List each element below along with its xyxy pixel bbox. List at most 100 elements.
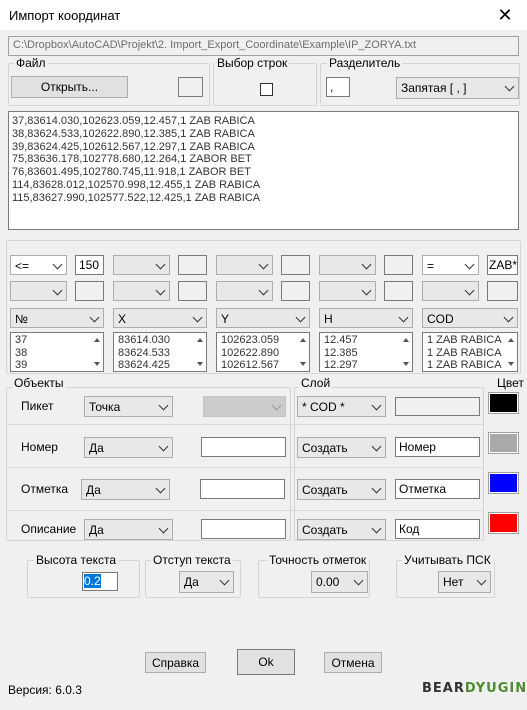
point-layer-name-field[interactable] (395, 397, 480, 416)
filter-op-select[interactable] (422, 281, 479, 301)
chevron-down-icon (464, 285, 475, 296)
column-list-x[interactable]: 83614.030 83624.533 83624.425 (113, 332, 207, 372)
custom-separator-field[interactable]: , (326, 77, 350, 97)
point-color-swatch[interactable] (488, 392, 519, 414)
filter-op-select[interactable] (319, 255, 376, 275)
description-extra-field[interactable] (201, 519, 286, 539)
row-select-checkbox[interactable] (260, 83, 273, 96)
elevation-color-swatch[interactable] (488, 472, 519, 494)
column-list-number[interactable]: 37 38 39 (10, 332, 104, 372)
description-show-select[interactable]: Да (84, 519, 173, 540)
list-item: 1 ZAB RABICA (427, 359, 502, 371)
description-layer-mode-select[interactable]: Создать (297, 519, 386, 540)
scroll-up-icon[interactable] (94, 338, 100, 342)
filter-op-select[interactable]: = (422, 255, 479, 275)
precision-select[interactable]: 0.00 (311, 571, 368, 593)
preview-line: 75,83636.178,102778.680,12.264,1 ZABOR B… (12, 153, 252, 166)
scroll-up-icon[interactable] (197, 338, 203, 342)
filter-value-field[interactable] (384, 281, 413, 301)
chevron-down-icon (89, 312, 100, 323)
column-list-cod[interactable]: 1 ZAB RABICA 1 ZAB RABICA 1 ZAB RABICA (422, 332, 518, 372)
filter-value-field[interactable]: 150 (75, 255, 104, 275)
list-item: 83624.425 (118, 359, 170, 371)
column-list-y[interactable]: 102623.059 102622.890 102612.567 (216, 332, 310, 372)
object-label-number: Номер (21, 440, 58, 454)
ucs-select[interactable]: Нет (438, 571, 491, 593)
number-extra-field[interactable] (201, 437, 286, 457)
description-color-swatch[interactable] (488, 512, 519, 534)
number-layer-mode-select[interactable]: Создать (297, 437, 386, 458)
scroll-down-icon[interactable] (300, 362, 306, 366)
number-color-swatch[interactable] (488, 432, 519, 454)
text-offset-select[interactable]: Да (179, 571, 234, 593)
filter-op-select[interactable]: <= (10, 255, 67, 275)
list-item: 102622.890 (221, 346, 280, 359)
chevron-down-icon (504, 81, 515, 92)
filter-op-select[interactable] (10, 281, 67, 301)
filter-op-select[interactable] (113, 255, 170, 275)
object-label-elevation: Отметка (21, 482, 69, 496)
help-button[interactable]: Справка (145, 652, 206, 673)
filter-op-select[interactable] (216, 255, 273, 275)
preview-line: 115,83627.990,102577.522,12.425,1 ZAB RA… (12, 191, 261, 204)
filter-op-select[interactable] (216, 281, 273, 301)
column-select-h[interactable]: H (319, 308, 413, 328)
list-item: 39 (15, 359, 28, 371)
preview-line: 114,83628.012,102570.998,12.455,1 ZAB RA… (12, 178, 261, 191)
elevation-layer-mode-select[interactable]: Создать (297, 479, 386, 500)
filter-value-field[interactable] (178, 255, 207, 275)
file-group-label: Файл (14, 56, 48, 70)
window-title: Импорт координат (9, 8, 121, 23)
scroll-down-icon[interactable] (403, 362, 409, 366)
text-height-field[interactable]: 0.2 (82, 572, 118, 591)
ok-button[interactable]: Ok (237, 649, 295, 675)
filter-op-select[interactable] (113, 281, 170, 301)
scroll-up-icon[interactable] (508, 338, 514, 342)
filter-value-field[interactable] (384, 255, 413, 275)
filter-value-field[interactable] (487, 281, 518, 301)
precision-label: Точность отметок (267, 553, 369, 567)
number-layer-name-field[interactable]: Номер (395, 437, 480, 457)
brand-logo: BEARDYUGIN (422, 681, 527, 696)
filter-op-select[interactable] (319, 281, 376, 301)
chevron-down-icon (52, 285, 63, 296)
chevron-down-icon (503, 312, 514, 323)
filter-value-field[interactable]: ZAB* (487, 255, 518, 275)
column-select-cod[interactable]: COD (422, 308, 518, 328)
description-layer-name-field[interactable]: Код (395, 519, 480, 539)
chevron-down-icon (295, 312, 306, 323)
row-divider (8, 467, 484, 468)
preview-line: 76,83601.495,102780.745,11.918,1 ZABOR B… (12, 166, 251, 179)
point-block-select[interactable] (203, 396, 286, 417)
column-list-h[interactable]: 12.457 12.385 12.297 (319, 332, 413, 372)
scroll-up-icon[interactable] (403, 338, 409, 342)
point-type-select[interactable]: Точка (84, 396, 173, 417)
file-path-field: C:\Dropbox\AutoCAD\Projekt\2. Import_Exp… (8, 36, 519, 56)
cancel-button[interactable]: Отмена (324, 652, 382, 673)
scroll-down-icon[interactable] (197, 362, 203, 366)
scroll-down-icon[interactable] (508, 362, 514, 366)
number-show-select[interactable]: Да (84, 437, 173, 458)
list-item: 102612.567 (221, 359, 280, 371)
filter-value-field[interactable] (178, 281, 207, 301)
filter-value-field[interactable] (281, 281, 310, 301)
column-select-number[interactable]: № (10, 308, 104, 328)
elevation-layer-name-field[interactable]: Отметка (395, 479, 480, 499)
file-preview[interactable]: 37,83614.030,102623.059,12.457,1 ZAB RAB… (8, 111, 519, 230)
chevron-down-icon (258, 285, 269, 296)
open-button[interactable]: Открыть... (11, 76, 128, 98)
column-select-y[interactable]: Y (216, 308, 310, 328)
scroll-up-icon[interactable] (300, 338, 306, 342)
elevation-extra-field[interactable] (200, 479, 285, 499)
list-item: 83614.030 (118, 334, 170, 346)
separator-select[interactable]: Запятая [ , ] (396, 77, 519, 99)
filter-value-field[interactable] (281, 255, 310, 275)
filter-value-field[interactable] (75, 281, 104, 301)
object-label-point: Пикет (21, 399, 54, 413)
elevation-show-select[interactable]: Да (81, 479, 170, 500)
close-icon[interactable]: ✕ (490, 2, 520, 28)
column-select-x[interactable]: X (113, 308, 207, 328)
chevron-down-icon (219, 575, 230, 586)
scroll-down-icon[interactable] (94, 362, 100, 366)
point-layer-mode-select[interactable]: * COD * (297, 396, 386, 417)
